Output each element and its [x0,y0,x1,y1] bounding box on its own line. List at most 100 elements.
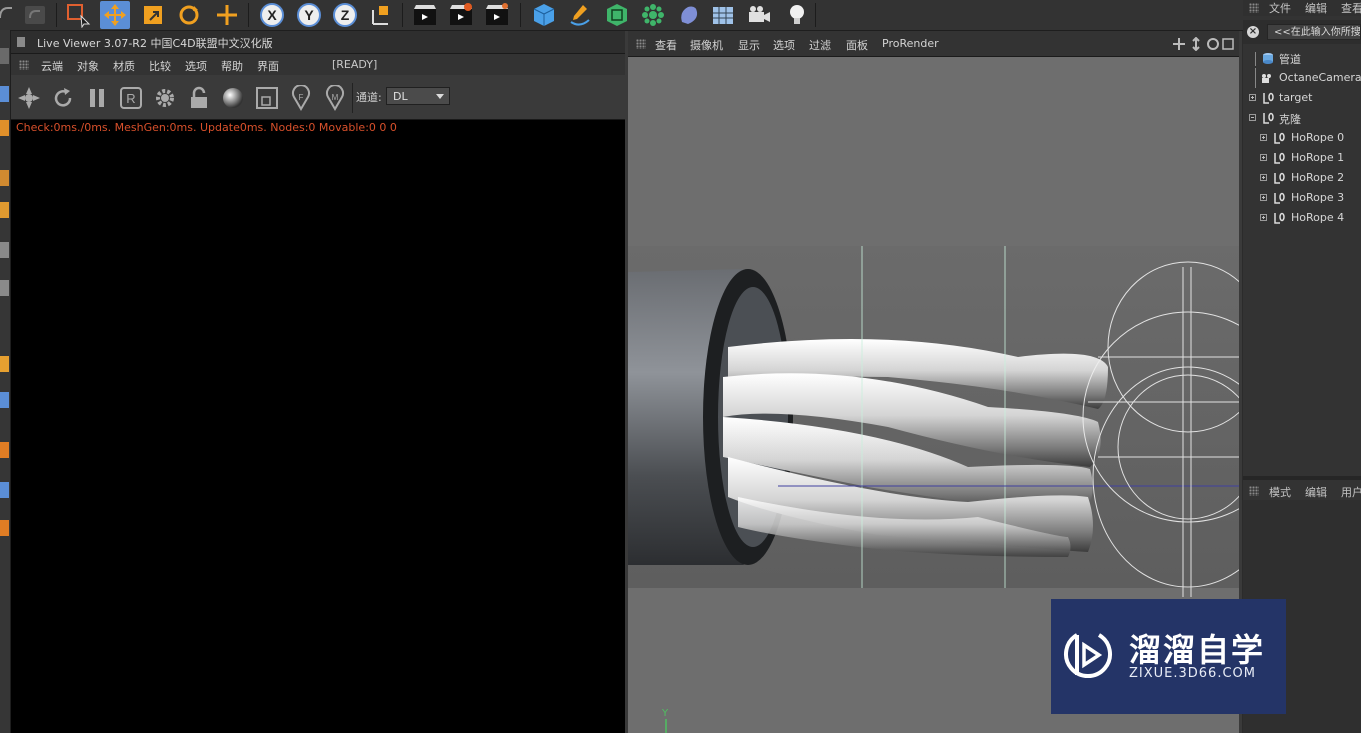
list-item[interactable]: OctaneCamera [1243,68,1361,88]
cloner-icon[interactable] [638,1,668,29]
snap-icon[interactable] [0,392,9,408]
undo-icon[interactable] [20,1,50,29]
play-logo-icon [1064,633,1112,679]
panel-handle-icon[interactable] [17,37,25,47]
axis-mode-icon[interactable] [0,280,9,296]
expand-icon[interactable] [1260,134,1267,141]
list-item[interactable]: target [1243,88,1361,108]
menubar-grip-icon[interactable] [19,60,29,70]
expand-icon[interactable] [1260,194,1267,201]
close-icon[interactable]: × [1247,26,1259,38]
select-tool-icon[interactable] [63,1,93,29]
menu-file[interactable]: 文件 [1269,0,1291,16]
settings-gear-icon[interactable] [151,84,179,112]
pen-spline-icon[interactable] [565,1,595,29]
expand-icon[interactable] [1260,174,1267,181]
material-ball-icon[interactable] [219,84,247,112]
texture-mode-icon[interactable] [0,120,9,136]
menu-help[interactable]: 帮助 [221,58,243,74]
live-viewer-menubar: 云端 对象 材质 比较 选项 帮助 界面 [READY] [11,54,625,75]
menu-filter[interactable]: 过滤 [809,37,831,53]
menu-interface[interactable]: 界面 [257,58,279,74]
menu-display[interactable]: 显示 [738,37,760,53]
menu-options[interactable]: 选项 [773,37,795,53]
menu-cloud[interactable]: 云端 [41,58,63,74]
menubar-grip-icon[interactable] [636,39,646,49]
menu-prorender[interactable]: ProRender [882,37,939,50]
render-settings-icon[interactable] [482,1,512,29]
menubar-grip-icon[interactable] [1249,3,1259,13]
watermark: 溜溜自学 ZIXUE.3D66.COM [1051,599,1286,714]
paint-icon[interactable] [0,520,9,536]
list-item[interactable]: HoRope 1 [1243,148,1361,168]
floor-environment-icon[interactable] [708,1,738,29]
list-item[interactable]: HoRope 0 [1243,128,1361,148]
polygons-mode-icon[interactable] [0,242,9,258]
menu-object[interactable]: 对象 [77,58,99,74]
channel-select-value: DL [393,90,408,103]
deformer-icon[interactable] [674,1,704,29]
move-tool-icon[interactable] [100,1,130,29]
render-region-icon[interactable]: R [117,84,145,112]
restart-render-icon[interactable] [49,84,77,112]
y-axis-lock-icon[interactable]: Y [294,1,324,29]
menubar-grip-icon[interactable] [1249,486,1259,496]
x-axis-lock-icon[interactable]: X [257,1,287,29]
menu-view[interactable]: 查看 [1341,0,1361,16]
menu-compare[interactable]: 比较 [149,58,171,74]
object-name: OctaneCamera [1279,71,1361,84]
workplane-icon[interactable] [0,442,9,458]
clay-mode-icon[interactable] [253,84,281,112]
lock-icon[interactable] [185,84,213,112]
render-view-icon[interactable] [410,1,440,29]
model-mode-icon[interactable] [0,48,9,64]
menu-options[interactable]: 选项 [185,58,207,74]
cube-primitive-icon[interactable] [529,1,559,29]
points-mode-icon[interactable] [0,170,9,186]
svg-text:R: R [126,91,135,106]
expand-icon[interactable] [1260,214,1267,221]
collapse-icon[interactable] [1249,114,1256,121]
menu-mode[interactable]: 模式 [1269,484,1291,500]
pause-icon[interactable] [83,84,111,112]
list-item[interactable]: HoRope 4 [1243,208,1361,228]
material-picker-icon[interactable]: M [321,84,349,112]
transform-tool-icon[interactable] [212,1,242,29]
live-viewer-title: Live Viewer 3.07-R2 中国C4D联盟中文汉化版 [37,37,273,50]
menu-cameras[interactable]: 摄像机 [690,37,723,53]
object-name: HoRope 3 [1291,191,1345,204]
menu-view[interactable]: 查看 [655,37,677,53]
object-search-bar: × <<在此输入你所搜 [1243,20,1361,44]
camera-object-icon[interactable] [744,1,774,29]
menu-edit[interactable]: 编辑 [1305,484,1327,500]
edges-mode-icon[interactable] [0,202,9,218]
expand-icon[interactable] [1249,94,1256,101]
menu-user[interactable]: 用户 [1341,484,1361,500]
light-object-icon[interactable] [782,1,812,29]
list-item[interactable]: 克隆 [1243,108,1361,128]
list-item[interactable]: 管道 [1243,48,1361,68]
send-scene-icon[interactable] [15,84,43,112]
rotate-tool-icon[interactable] [174,1,204,29]
use-model-mode-icon[interactable] [0,86,9,102]
solo-icon[interactable] [0,482,9,498]
menu-edit[interactable]: 编辑 [1305,0,1327,16]
search-input[interactable]: <<在此输入你所搜 [1267,24,1361,40]
viewport-nav-icons[interactable] [1172,37,1234,51]
enable-axis-icon[interactable] [0,356,9,372]
subdivision-surface-icon[interactable] [602,1,632,29]
list-item[interactable]: HoRope 2 [1243,168,1361,188]
scale-tool-icon[interactable] [138,1,168,29]
menu-panel[interactable]: 面板 [846,37,868,53]
expand-icon[interactable] [1260,154,1267,161]
null-object-icon [1263,92,1274,104]
focus-picker-icon[interactable]: F [287,84,315,112]
list-item[interactable]: HoRope 3 [1243,188,1361,208]
z-axis-lock-icon[interactable]: Z [330,1,360,29]
svg-text:M: M [332,93,339,102]
render-picture-viewer-icon[interactable] [446,1,476,29]
svg-text:Y: Y [304,7,314,23]
coordinate-system-icon[interactable] [366,1,396,29]
menu-material[interactable]: 材质 [113,58,135,74]
channel-select[interactable]: DL [386,87,450,105]
